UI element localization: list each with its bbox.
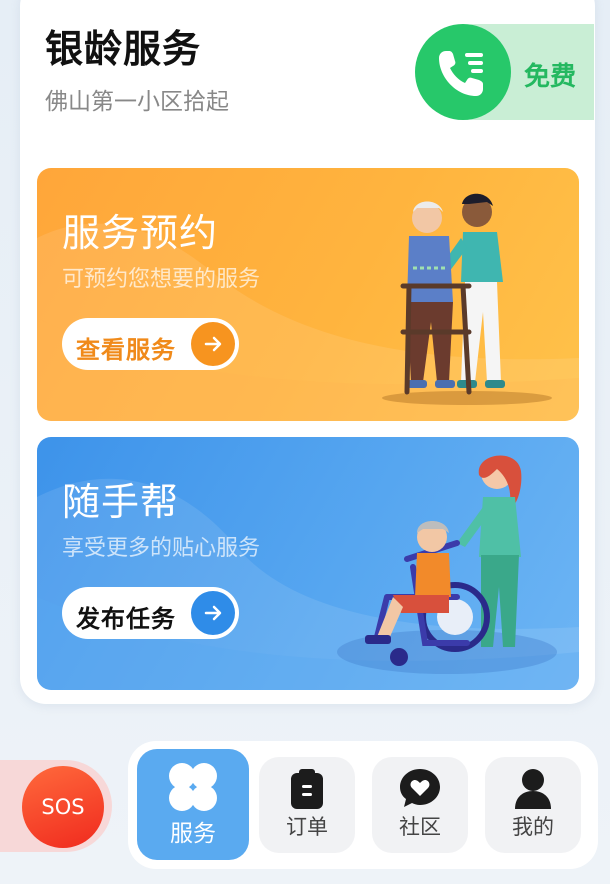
heart-chat-icon <box>400 769 440 807</box>
publish-task-button[interactable]: 发布任务 <box>62 587 239 639</box>
nav-label: 我的 <box>512 815 554 839</box>
button-label: 发布任务 <box>76 605 176 633</box>
arrow-right-icon <box>191 322 235 366</box>
card-title: 随手帮 <box>62 480 180 524</box>
service-booking-card[interactable]: 服务预约 可预约您想要的服务 查看服务 <box>37 168 579 421</box>
call-button[interactable] <box>415 24 511 120</box>
clover-icon <box>169 763 217 811</box>
card-description: 可预约您想要的服务 <box>62 267 261 292</box>
button-label: 查看服务 <box>76 336 176 364</box>
nav-tab-community[interactable]: 社区 <box>372 757 468 853</box>
nav-tab-service[interactable]: 服务 <box>137 749 249 860</box>
wheelchair-illustration <box>337 455 557 674</box>
card-description: 享受更多的贴心服务 <box>62 536 261 561</box>
phone-icon <box>439 51 483 96</box>
nav-tab-orders[interactable]: 订单 <box>259 757 355 853</box>
arrow-right-icon <box>191 591 235 635</box>
nav-label: 社区 <box>399 815 441 839</box>
card-title: 服务预约 <box>62 211 219 255</box>
person-icon <box>515 769 551 809</box>
view-services-button[interactable]: 查看服务 <box>62 318 239 370</box>
nav-tab-profile[interactable]: 我的 <box>485 757 581 853</box>
page-title: 银龄服务 <box>45 27 202 71</box>
sos-button[interactable]: SOS <box>22 766 104 848</box>
sos-label: SOS <box>41 795 85 819</box>
nav-label: 服务 <box>170 821 216 847</box>
nav-label: 订单 <box>286 815 328 839</box>
free-call-label[interactable]: 免费 <box>524 56 576 93</box>
page-subtitle: 佛山第一小区拾起 <box>45 89 229 115</box>
helping-hand-card[interactable]: 随手帮 享受更多的贴心服务 发布任务 <box>37 437 579 690</box>
clipboard-icon <box>291 769 323 809</box>
elderly-walker-illustration <box>382 193 552 405</box>
